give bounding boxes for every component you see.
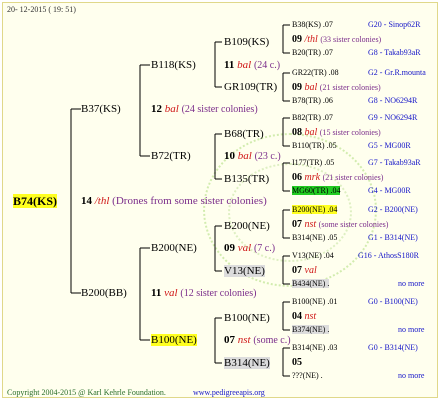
g4-origin: G0 - B100(NE) [368, 297, 418, 306]
g4-row: B314(NE) .03 [292, 343, 338, 352]
g3-a2: GR109(TR) [224, 81, 278, 93]
g1-top-name: B37(KS) [81, 103, 121, 115]
g4-row: MG60(TR) .04 [292, 186, 341, 195]
g4-origin: G16 - AthosS180R [358, 251, 419, 260]
g4-row: B100(NE) .01 [292, 297, 338, 306]
copyright-text: Copyright 2004-2015 @ Karl Kehrle Founda… [7, 388, 166, 397]
g4-origin: G4 - MG00R [368, 186, 411, 195]
g3-a1: B109(KS) [224, 36, 270, 48]
g4-origin: G0 - B314(NE) [368, 343, 418, 352]
root-symbol: /thl [94, 195, 110, 207]
g1-top-mating: 12 bal (24 sister colonies) [151, 103, 258, 115]
root-queen-name: B74(KS) [13, 194, 58, 208]
g1-bottom-mating: 11 val (12 sister colonies) [151, 287, 257, 299]
g4-origin: G1 - B314(NE) [368, 233, 418, 242]
g4-mating: 09 bal (21 sister colonies) [292, 82, 381, 93]
g4-row: B110(TR) .05 [292, 141, 337, 150]
g4-origin: G8 - Takab93aR [368, 48, 421, 57]
g1-bottom-name: B200(BB) [81, 287, 127, 299]
g4-row: B434(NE) . [292, 279, 330, 288]
g3-b1: B68(TR) [224, 128, 264, 140]
g4-mating: 06 mrk (21 sister colonies) [292, 172, 384, 183]
g4-origin: G2 - Gr.R.mounta [368, 68, 426, 77]
g2-a-mating: 11 bal (24 c.) [224, 59, 281, 71]
g4-origin: G7 - Takab93aR [368, 158, 421, 167]
g4-origin: G8 - NO6294R [368, 96, 418, 105]
g2-c-name: B200(NE) [151, 242, 197, 254]
root-gen: 14 [81, 195, 92, 207]
g4-origin: G2 - B200(NE) [368, 205, 418, 214]
g2-b-name: B72(TR) [151, 150, 191, 162]
g2-d-name: B100(NE) [151, 334, 197, 346]
g4-mating: 09 /thl (33 sister colonies) [292, 34, 382, 45]
g3-b2: B135(TR) [224, 173, 270, 185]
g2-c-mating: 09 val (7 c.) [224, 242, 276, 254]
g4-mating: 05 [292, 357, 302, 368]
g4-origin: G20 - Sinop62R [368, 20, 421, 29]
g4-mating: 04 nst [292, 311, 317, 322]
g2-b-mating: 10 bal (23 c.) [224, 150, 281, 162]
g3-c1: B200(NE) [224, 220, 270, 232]
g4-row: B374(NE) . [292, 325, 330, 334]
root-queen: B74(KS) [13, 194, 58, 208]
generation-date: 20- 12-2015 ( 19: 51) [7, 5, 76, 14]
g4-origin: no more [398, 371, 425, 380]
g4-mating: 08 bal (15 sister colonies) [292, 127, 381, 138]
g3-c2: V13(NE) [224, 265, 265, 277]
g3-d1: B100(NE) [224, 312, 270, 324]
g4-origin: G9 - NO6294R [368, 113, 418, 122]
g3-d2: B314(NE) [224, 357, 270, 369]
root-mating: 14 /thl (Drones from some sister colonie… [81, 196, 267, 207]
g4-row: I177(TR) .05 [292, 158, 335, 167]
g4-mating: 07 val [292, 265, 317, 276]
g4-origin: no more [398, 279, 425, 288]
g4-mating: 07 nst (some sister colonies) [292, 219, 389, 230]
g4-row: ???(NE) . [292, 371, 323, 380]
g4-origin: G5 - MG00R [368, 141, 411, 150]
g4-origin: no more [398, 325, 425, 334]
g2-d-mating: 07 nst (some c.) [224, 334, 291, 346]
g4-row: B314(NE) .05 [292, 233, 338, 242]
pedigree-chart: 20- 12-2015 ( 19: 51) Copyright 2004-201… [2, 2, 438, 398]
g4-row: V13(NE) .04 [292, 251, 334, 260]
g4-row: B78(TR) .06 [292, 96, 333, 105]
g2-a-name: B118(KS) [151, 59, 196, 71]
website-link[interactable]: www.pedigreeapis.org [193, 389, 265, 397]
root-note: (Drones from some sister colonies) [112, 195, 267, 207]
g4-row: B38(KS) .07 [292, 20, 333, 29]
g4-row: GR22(TR) .08 [292, 68, 339, 77]
g4-row: B200(NE) .04 [292, 205, 338, 214]
g4-row: B82(TR) .07 [292, 113, 333, 122]
g4-row: B20(TR) .07 [292, 48, 333, 57]
